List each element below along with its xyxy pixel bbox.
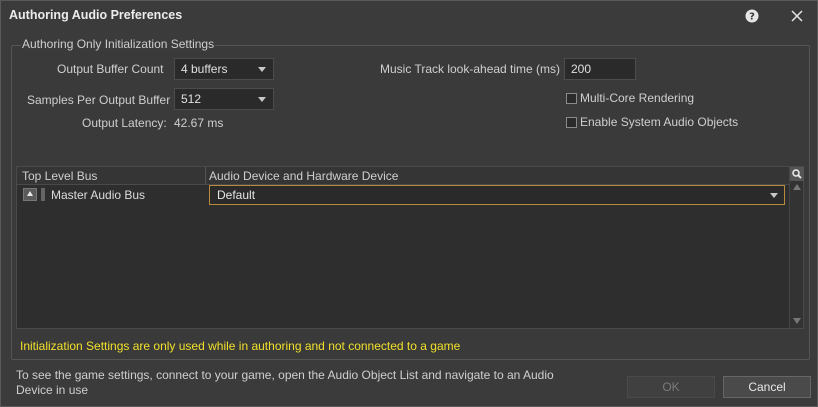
scroll-down-icon[interactable]: [793, 318, 801, 324]
output-buffer-count-value: 4 buffers: [181, 62, 228, 76]
vertical-scrollbar[interactable]: [789, 167, 804, 328]
grid-header: Top Level Bus Audio Device and Hardware …: [17, 167, 789, 185]
chevron-down-icon: [770, 193, 778, 198]
music-lookahead-input[interactable]: 200: [564, 58, 636, 80]
chevron-down-icon: [258, 97, 266, 102]
output-latency-label: Output Latency:: [82, 116, 167, 130]
ok-button[interactable]: OK: [627, 376, 715, 398]
dialog-title: Authoring Audio Preferences: [9, 8, 183, 22]
chevron-down-icon: [258, 67, 266, 72]
authoring-warning-text: Initialization Settings are only used wh…: [20, 339, 461, 353]
audio-device-dropdown[interactable]: Default: [209, 185, 785, 205]
samples-per-buffer-label: Samples Per Output Buffer: [27, 93, 171, 107]
output-buffer-count-label: Output Buffer Count: [57, 62, 164, 76]
bus-name: Master Audio Bus: [51, 188, 146, 202]
multicore-checkbox[interactable]: [566, 93, 577, 104]
svg-text:?: ?: [749, 12, 755, 23]
music-lookahead-label: Music Track look-ahead time (ms): [380, 62, 561, 76]
bus-device-grid: Top Level Bus Audio Device and Hardware …: [16, 166, 804, 329]
group-title: Authoring Only Initialization Settings: [21, 37, 216, 51]
title-bar: Authoring Audio Preferences ?: [1, 1, 817, 31]
audio-bus-icon: [23, 188, 37, 201]
samples-per-buffer-dropdown[interactable]: 512: [174, 88, 274, 110]
audio-device-value: Default: [217, 188, 256, 202]
help-icon[interactable]: ?: [742, 6, 762, 26]
column-header-top-level-bus[interactable]: Top Level Bus: [22, 169, 97, 183]
system-audio-objects-label: Enable System Audio Objects: [580, 115, 739, 129]
bus-color-bar: [41, 188, 45, 201]
system-audio-objects-checkbox[interactable]: [566, 117, 577, 128]
column-divider[interactable]: [205, 167, 206, 185]
close-icon[interactable]: [787, 6, 807, 26]
cancel-button[interactable]: Cancel: [723, 376, 811, 398]
table-row[interactable]: Master Audio Bus Default: [17, 185, 789, 205]
search-icon[interactable]: [790, 167, 804, 181]
output-buffer-count-dropdown[interactable]: 4 buffers: [174, 58, 274, 80]
scroll-up-icon[interactable]: [793, 184, 801, 190]
samples-per-buffer-value: 512: [181, 92, 202, 106]
output-latency-value: 42.67 ms: [174, 116, 224, 130]
footer-info-text: To see the game settings, connect to you…: [16, 368, 554, 397]
preferences-dialog: Authoring Audio Preferences ? Authoring …: [0, 0, 818, 407]
column-header-audio-device[interactable]: Audio Device and Hardware Device: [209, 169, 398, 183]
multicore-label: Multi-Core Rendering: [580, 91, 695, 105]
